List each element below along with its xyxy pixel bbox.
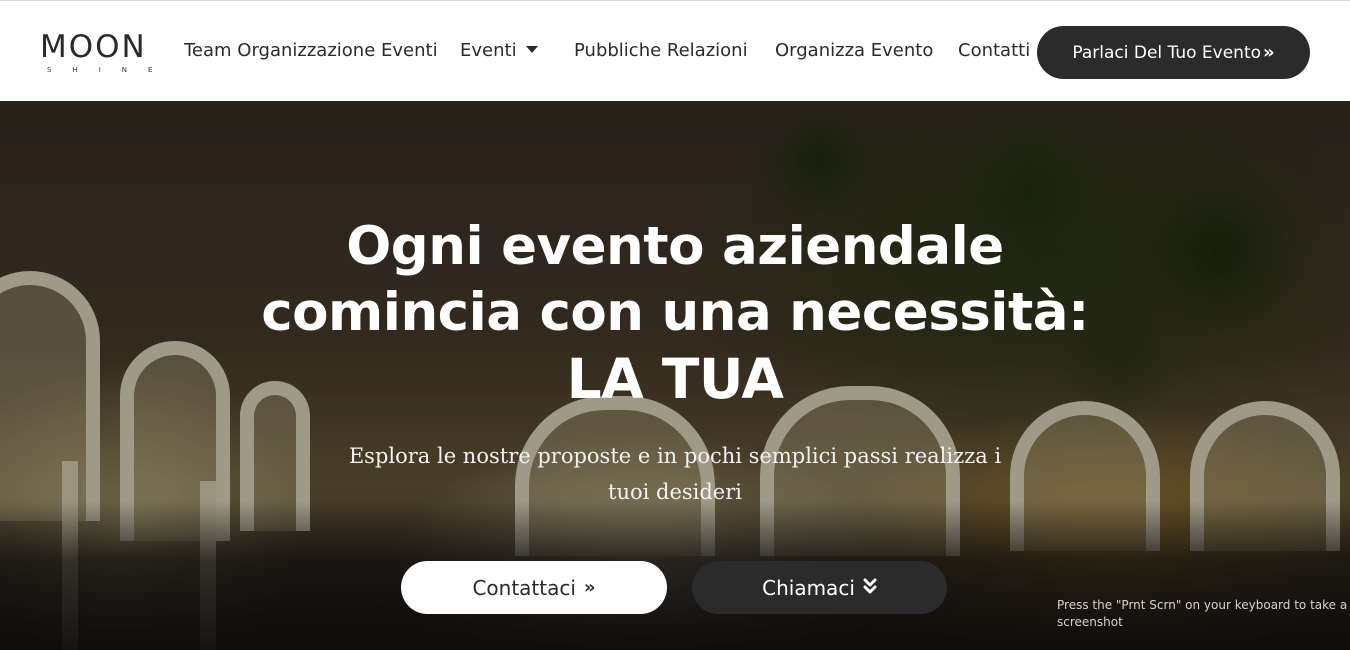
nav-contatti[interactable]: Contatti <box>958 40 1030 61</box>
hero-section: Ogni evento aziendale comincia con una n… <box>0 101 1350 650</box>
contact-button[interactable]: Contattaci » <box>401 561 667 614</box>
hero-title-line-2: comincia con una necessità: <box>261 282 1089 343</box>
double-chevron-down-icon <box>863 576 877 600</box>
double-chevron-right-icon: » <box>1263 41 1275 63</box>
hero-title-line-3: LA TUA <box>566 347 784 411</box>
site-header: MOON SHINE Team Organizzazione Eventi Ev… <box>0 0 1350 101</box>
nav-pubbliche-relazioni[interactable]: Pubbliche Relazioni <box>574 40 748 61</box>
logo-tagline: SHINE <box>47 66 174 74</box>
caret-down-icon[interactable] <box>526 46 538 53</box>
logo[interactable]: MOON SHINE <box>40 31 166 75</box>
hero-title-line-1: Ogni evento aziendale <box>346 216 1004 277</box>
nav-organizza-evento[interactable]: Organizza Evento <box>775 40 933 61</box>
logo-wordmark: MOON <box>40 29 147 65</box>
talk-about-event-button[interactable]: Parlaci Del Tuo Evento » <box>1037 26 1310 79</box>
contact-button-label: Contattaci <box>472 575 576 600</box>
call-button-label: Chiamaci <box>762 575 855 600</box>
call-button[interactable]: Chiamaci <box>692 561 947 614</box>
talk-about-event-label: Parlaci Del Tuo Evento <box>1072 42 1262 63</box>
nav-eventi[interactable]: Eventi <box>460 40 517 61</box>
nav-team-organizzazione-eventi[interactable]: Team Organizzazione Eventi <box>184 40 438 61</box>
double-chevron-right-icon: » <box>583 576 596 598</box>
hero-subtitle: Esplora le nostre proposte e in pochi se… <box>348 444 1002 504</box>
hero-title: Ogni evento aziendale comincia con una n… <box>200 214 1150 412</box>
screenshot-hint-toast: Press the "Prnt Scrn" on your keyboard t… <box>1057 598 1348 629</box>
